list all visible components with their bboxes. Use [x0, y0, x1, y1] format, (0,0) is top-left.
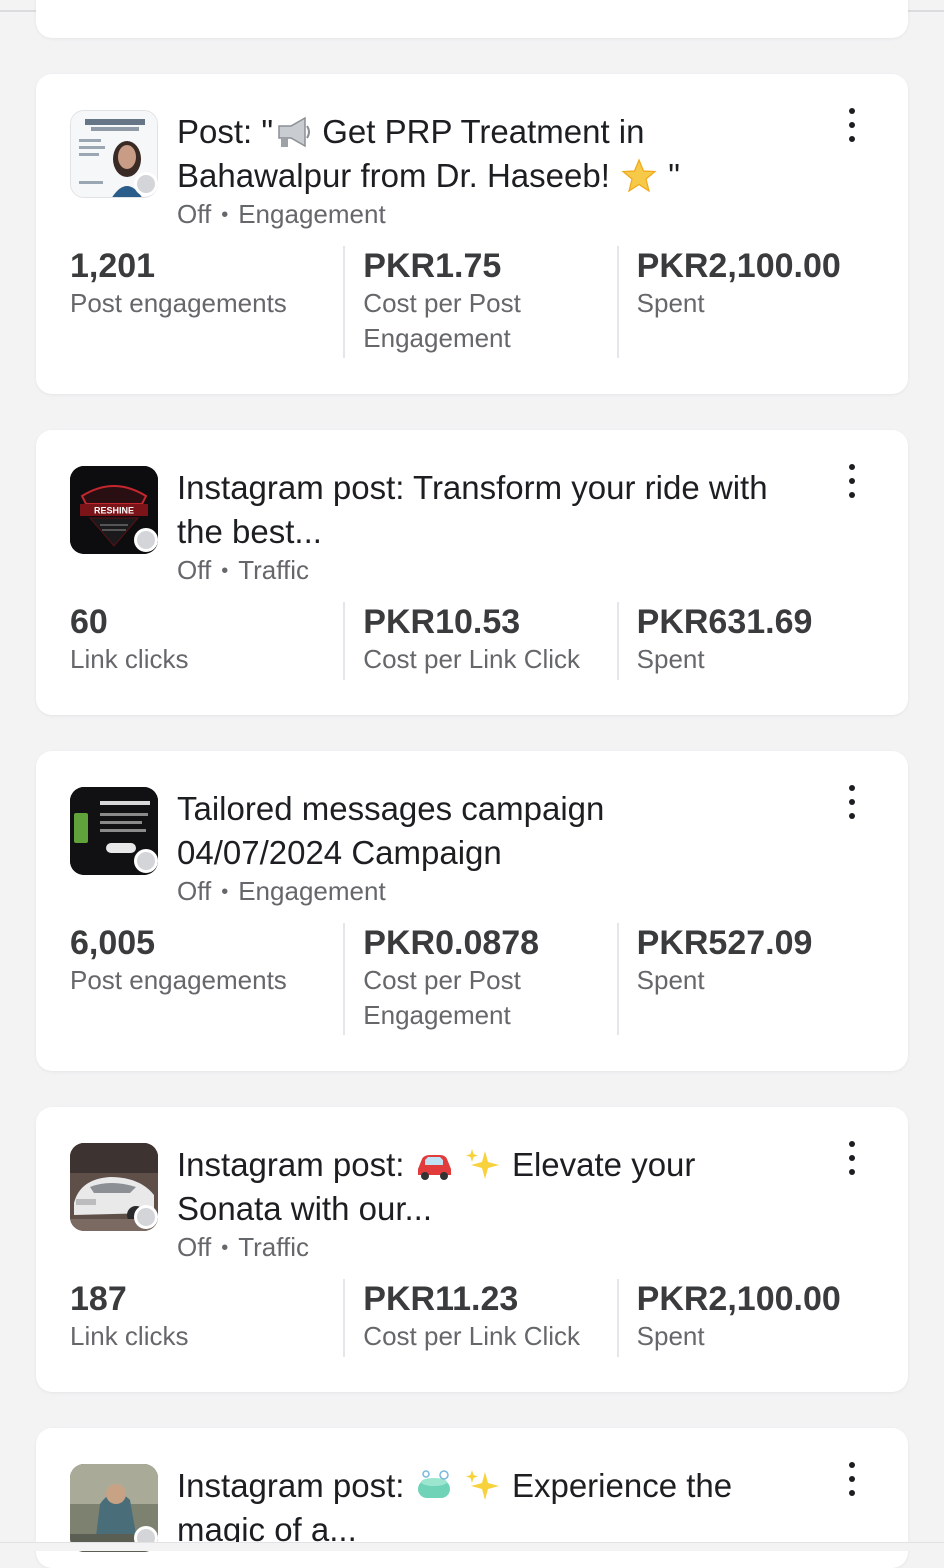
- metric-label: Cost per Post Engagement: [363, 288, 521, 353]
- metric-value: 6,005: [70, 924, 156, 962]
- campaign-meta: Off • Engagement: [177, 198, 386, 233]
- svg-text:RESHINE: RESHINE: [94, 506, 134, 516]
- car-icon: [414, 1147, 454, 1183]
- more-options-icon[interactable]: [842, 785, 862, 819]
- more-options-icon[interactable]: [842, 464, 862, 498]
- metrics-row: 1,201 Post engagements PKR1.75 Cost per …: [70, 246, 890, 358]
- metric-results: 60 Link clicks: [70, 602, 343, 680]
- objective-text: Engagement: [238, 199, 386, 229]
- metric-spent: PKR527.09 Spent: [616, 923, 890, 1035]
- metrics-row: 60 Link clicks PKR10.53 Cost per Link Cl…: [70, 602, 890, 680]
- metric-label: Cost per Link Click: [363, 1321, 581, 1351]
- status-dot: [134, 1205, 158, 1229]
- campaign-card[interactable]: Tailored messages campaign 04/07/2024 Ca…: [36, 751, 908, 1071]
- campaign-title[interactable]: Tailored messages campaign 04/07/2024 Ca…: [177, 787, 677, 875]
- metrics-row: 187 Link clicks PKR11.23 Cost per Link C…: [70, 1279, 890, 1357]
- status-text: Off: [177, 199, 212, 229]
- soap-icon: [414, 1468, 454, 1504]
- metric-value: PKR527.09: [636, 924, 813, 962]
- metric-results: 187 Link clicks: [70, 1279, 343, 1357]
- metric-results: 1,201 Post engagements: [70, 246, 343, 358]
- metric-label: Spent: [636, 288, 705, 318]
- metric-value: PKR631.69: [636, 603, 813, 641]
- megaphone-icon: [273, 114, 313, 150]
- metric-label: Cost per Link Click: [363, 644, 581, 674]
- metric-cost: PKR1.75 Cost per Post Engagement: [343, 246, 616, 358]
- metric-value: 1,201: [70, 247, 156, 285]
- metric-results: 6,005 Post engagements: [70, 923, 343, 1035]
- metric-value: 187: [70, 1280, 127, 1318]
- metric-spent: PKR631.69 Spent: [616, 602, 890, 680]
- more-options-icon[interactable]: [842, 1462, 862, 1496]
- campaign-meta: Off • Traffic: [177, 554, 309, 589]
- metric-spent: PKR2,100.00 Spent: [616, 1279, 890, 1357]
- more-options-icon[interactable]: [842, 1141, 862, 1175]
- campaign-card[interactable]: Post: " Get PRP Treatment in Bahawalpur …: [36, 74, 908, 394]
- metric-value: 60: [70, 603, 108, 641]
- status-text: Off: [177, 555, 212, 585]
- separator: •: [221, 1237, 229, 1259]
- metric-label: Link clicks: [70, 1321, 189, 1351]
- separator: •: [221, 204, 229, 226]
- campaign-title[interactable]: Instagram post: Elevate your Sonata with…: [177, 1143, 777, 1231]
- metric-label: Post engagements: [70, 288, 287, 318]
- metric-label: Spent: [636, 644, 705, 674]
- campaign-meta: Off • Traffic: [177, 1231, 309, 1266]
- metric-label: Link clicks: [70, 644, 189, 674]
- status-text: Off: [177, 1232, 212, 1262]
- campaign-title[interactable]: Instagram post: Experience the magic of …: [177, 1464, 777, 1552]
- campaign-title[interactable]: Post: " Get PRP Treatment in Bahawalpur …: [177, 110, 777, 198]
- metric-value: PKR11.23: [363, 1280, 519, 1318]
- metric-cost: PKR11.23 Cost per Link Click: [343, 1279, 616, 1357]
- separator: •: [221, 881, 229, 903]
- objective-text: Engagement: [238, 876, 386, 906]
- metric-cost: PKR10.53 Cost per Link Click: [343, 602, 616, 680]
- metric-label: Spent: [636, 1321, 705, 1351]
- star-icon: [619, 158, 659, 194]
- sparkles-icon: [463, 1147, 503, 1183]
- campaign-meta: Off • Engagement: [177, 875, 386, 910]
- metric-cost: PKR0.0878 Cost per Post Engagement: [343, 923, 616, 1035]
- metric-value: PKR2,100.00: [636, 247, 841, 285]
- status-dot: [134, 172, 158, 196]
- campaign-card-partial-top[interactable]: [36, 0, 908, 38]
- metric-value: PKR2,100.00: [636, 1280, 841, 1318]
- objective-text: Traffic: [238, 1232, 310, 1262]
- metric-label: Cost per Post Engagement: [363, 965, 521, 1030]
- campaign-card[interactable]: RESHINE Instagram post: Transform your r…: [36, 430, 908, 715]
- campaign-title[interactable]: Instagram post: Transform your ride with…: [177, 466, 777, 554]
- metric-label: Spent: [636, 965, 705, 995]
- more-options-icon[interactable]: [842, 108, 862, 142]
- sparkles-icon: [463, 1468, 503, 1504]
- metric-label: Post engagements: [70, 965, 287, 995]
- metric-value: PKR1.75: [363, 247, 502, 285]
- campaign-card[interactable]: Instagram post: Elevate your Sonata with…: [36, 1107, 908, 1392]
- objective-text: Traffic: [238, 555, 310, 585]
- separator: •: [221, 560, 229, 582]
- metric-value: PKR10.53: [363, 603, 521, 641]
- metric-value: PKR0.0878: [363, 924, 540, 962]
- status-dot: [134, 849, 158, 873]
- status-dot: [134, 528, 158, 552]
- metric-spent: PKR2,100.00 Spent: [616, 246, 890, 358]
- metrics-row: 6,005 Post engagements PKR0.0878 Cost pe…: [70, 923, 890, 1035]
- status-text: Off: [177, 876, 212, 906]
